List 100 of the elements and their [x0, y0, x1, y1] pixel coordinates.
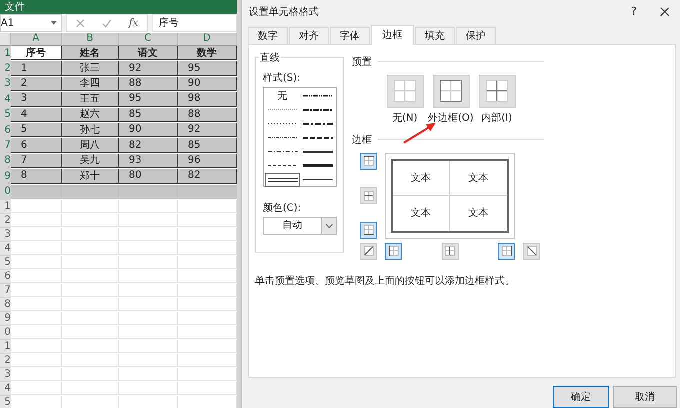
column-header[interactable]: D: [178, 33, 237, 46]
name-box-value: A1: [1, 18, 14, 28]
row-header[interactable]: 1: [0, 340, 11, 354]
table-cell: 赵六: [62, 108, 119, 122]
dialog-title: 设置单元格格式: [249, 6, 320, 19]
empty-cell: [178, 368, 237, 381]
column-header[interactable]: B: [62, 33, 119, 46]
row-header[interactable]: 2: [0, 61, 11, 77]
cancel-button[interactable]: 取消: [613, 386, 677, 408]
check-icon[interactable]: [102, 18, 112, 28]
row-header[interactable]: 1: [0, 46, 11, 62]
row-header[interactable]: 9: [0, 312, 11, 326]
row-header[interactable]: 4: [0, 242, 11, 256]
grid-icon[interactable]: [364, 190, 374, 201]
border-toggle-button[interactable]: [360, 242, 377, 260]
table-cell: 82: [178, 169, 237, 184]
border-toggle-button[interactable]: [442, 242, 458, 260]
tab[interactable]: 数字: [248, 26, 288, 44]
empty-cell: [119, 228, 178, 241]
grid-icon[interactable]: [364, 156, 374, 166]
chevron-down-icon[interactable]: [326, 224, 332, 228]
row-header[interactable]: 5: [0, 396, 11, 408]
grid-icon[interactable]: [486, 80, 508, 102]
grid-icon[interactable]: [440, 80, 462, 102]
grid-icon[interactable]: [388, 246, 398, 256]
table-cell: 92: [119, 61, 178, 76]
table-cell: 90: [178, 76, 237, 92]
empty-cell: [62, 382, 119, 395]
tab[interactable]: 保护: [456, 26, 496, 44]
row-header[interactable]: 1: [0, 200, 11, 214]
table-cell: 2: [11, 76, 62, 92]
empty-cell: [62, 368, 119, 381]
column-header[interactable]: A: [11, 33, 62, 46]
border-toggle-button[interactable]: [360, 152, 377, 170]
grid-icon[interactable]: [502, 246, 512, 256]
line-sample: [302, 122, 332, 126]
column-header[interactable]: C: [119, 33, 178, 46]
grid-icon[interactable]: [445, 246, 455, 256]
row-header[interactable]: 2: [0, 214, 11, 228]
line-style-option[interactable]: [265, 172, 300, 187]
row-header[interactable]: 8: [0, 154, 11, 170]
border-toggle-button[interactable]: [523, 242, 540, 260]
tab[interactable]: 对齐: [289, 26, 329, 44]
dropdown-caret-icon[interactable]: [51, 21, 57, 25]
row-header[interactable]: 9: [0, 169, 11, 185]
preset-button[interactable]: [432, 74, 470, 108]
ok-button[interactable]: 确定: [553, 386, 609, 408]
close-icon[interactable]: [660, 6, 670, 17]
group-title: 直线: [259, 52, 281, 65]
empty-cell: [62, 200, 119, 213]
row-header[interactable]: 3: [0, 368, 11, 382]
empty-cell: [62, 242, 119, 255]
preset-label: 无(N): [392, 112, 418, 125]
grid-icon[interactable]: [364, 225, 374, 236]
formula-field[interactable]: 序号: [152, 14, 237, 32]
line-style-option[interactable]: 无: [265, 88, 300, 103]
empty-cell: [178, 214, 237, 227]
preview-text: 文本: [393, 160, 450, 196]
row-header[interactable]: 6: [0, 270, 11, 284]
tab[interactable]: 填充: [415, 26, 455, 44]
border-toggle-button[interactable]: [498, 242, 515, 260]
row-header[interactable]: 4: [0, 92, 11, 108]
line-style-list[interactable]: 无: [263, 86, 337, 187]
help-button[interactable]: ?: [620, 5, 648, 18]
row-header[interactable]: 4: [0, 382, 11, 396]
line-sample: [268, 136, 298, 140]
color-dropdown[interactable]: 自动: [263, 216, 337, 235]
line-sample: [302, 178, 332, 182]
diagonal-icon[interactable]: [364, 246, 374, 256]
border-toggle-button[interactable]: [385, 242, 402, 260]
table-cell: 4: [11, 108, 62, 122]
row-header[interactable]: 7: [0, 284, 11, 298]
table-cell: 95: [119, 92, 178, 107]
preset-button[interactable]: [478, 74, 516, 108]
table-cell: 序号: [11, 46, 62, 60]
row-header[interactable]: 3: [0, 228, 11, 242]
border-toggle-button[interactable]: [360, 222, 377, 239]
border-toggle-button[interactable]: [360, 187, 377, 204]
diagonal-icon[interactable]: [526, 246, 536, 256]
row-header[interactable]: 6: [0, 122, 11, 138]
row-header[interactable]: 5: [0, 256, 11, 270]
insert-function-button[interactable]: fx: [129, 18, 138, 28]
name-box[interactable]: A1: [0, 14, 62, 32]
row-header[interactable]: 5: [0, 108, 11, 123]
line-sample: [302, 164, 332, 168]
tab[interactable]: 字体: [330, 26, 370, 44]
tab[interactable]: 边框: [371, 24, 414, 45]
table-cell: 90: [119, 122, 178, 138]
border-preview[interactable]: 文本 文本 文本 文本: [385, 152, 515, 239]
row-header[interactable]: 3: [0, 76, 11, 92]
table-cell: 80: [119, 169, 178, 184]
file-menu[interactable]: 文件: [5, 0, 25, 14]
row-header[interactable]: 2: [0, 354, 11, 368]
row-header[interactable]: 0: [0, 184, 11, 200]
empty-cell: [178, 242, 237, 255]
table-cell: 95: [178, 61, 237, 76]
row-header[interactable]: 0: [0, 326, 11, 340]
empty-cell: [178, 270, 237, 283]
row-header[interactable]: 7: [0, 138, 11, 154]
row-header[interactable]: 8: [0, 298, 11, 312]
